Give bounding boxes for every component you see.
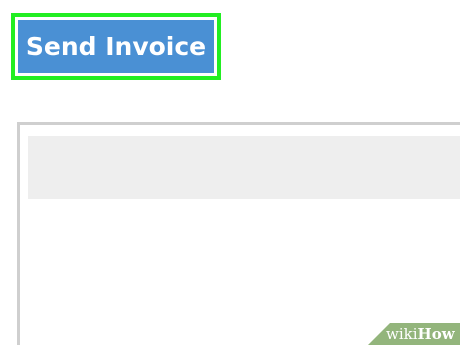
panel-header bbox=[28, 136, 460, 199]
highlight-outline: Send Invoice bbox=[11, 13, 221, 80]
page: Send Invoice wikiHow bbox=[0, 0, 460, 345]
watermark-how: How bbox=[417, 325, 455, 343]
send-invoice-button[interactable]: Send Invoice bbox=[18, 20, 214, 73]
invoice-panel bbox=[17, 122, 460, 345]
watermark-text: wikiHow bbox=[386, 324, 455, 344]
wikihow-watermark: wikiHow bbox=[368, 323, 460, 345]
watermark-wiki: wiki bbox=[386, 325, 418, 343]
